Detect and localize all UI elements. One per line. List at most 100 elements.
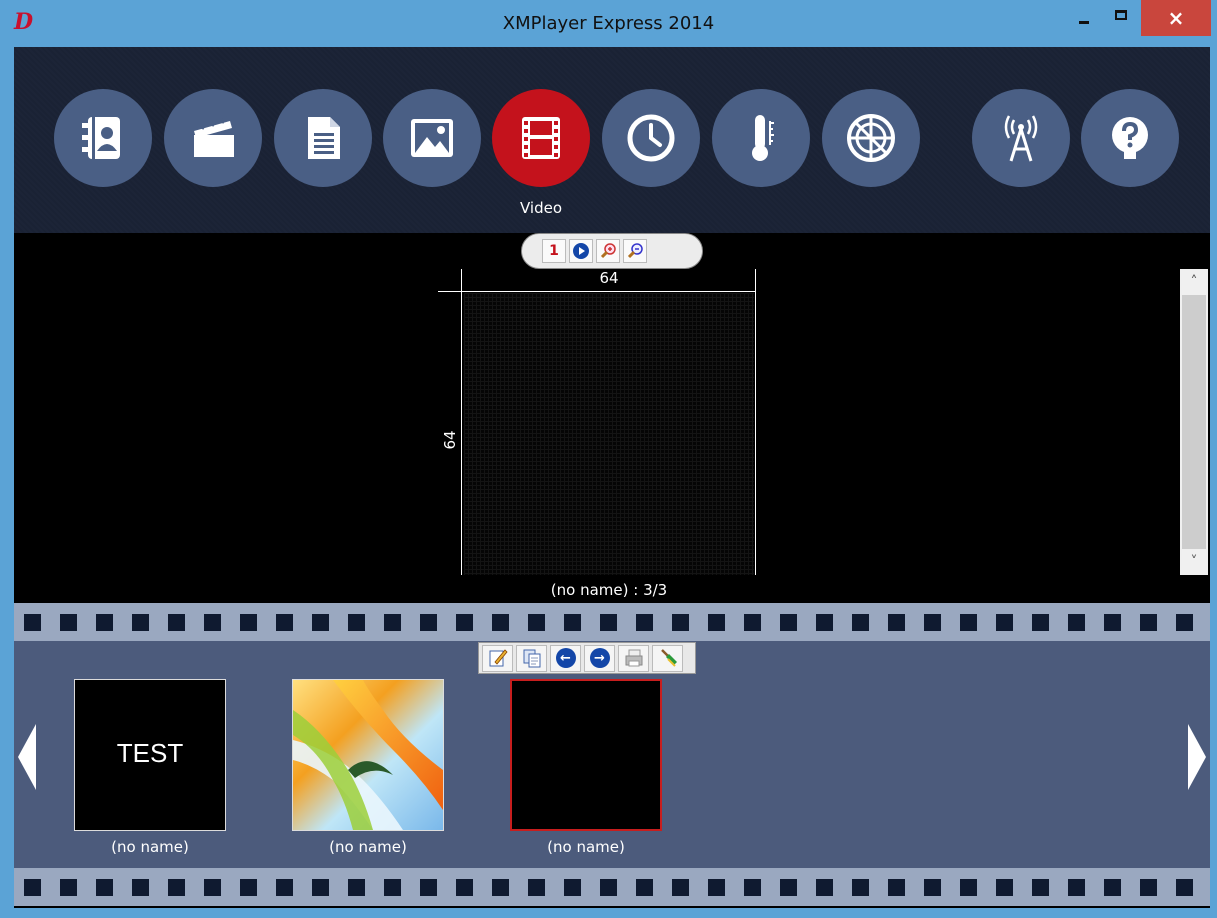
thumbnail-text: TEST <box>116 738 184 768</box>
sprocket-hole <box>528 613 545 631</box>
scroll-right-arrow[interactable] <box>1186 724 1208 790</box>
width-label: 64 <box>599 269 619 287</box>
scroll-down-button[interactable]: ˅ <box>1180 549 1208 575</box>
sprocket-hole <box>312 613 329 631</box>
sprocket-hole <box>96 613 113 631</box>
sprocket-hole <box>816 613 833 631</box>
nav-video-button[interactable] <box>492 89 590 187</box>
filmstrip-top <box>14 603 1210 641</box>
client-area: Video 1 64 64 (no name) : 3/3 ˄ ˅ ← → TE… <box>14 47 1210 908</box>
sprocket-hole <box>168 613 185 631</box>
sprocket-hole <box>132 878 149 896</box>
sprocket-hole <box>600 878 617 896</box>
sprocket-hole <box>636 878 653 896</box>
edit-icon <box>489 649 508 667</box>
left-dimension-line <box>461 269 462 575</box>
print-button[interactable] <box>618 644 649 672</box>
globe-grid-icon <box>847 114 895 162</box>
close-icon: × <box>1167 6 1185 30</box>
sprocket-hole <box>708 878 725 896</box>
clock-icon <box>627 114 675 162</box>
sprocket-hole <box>96 878 113 896</box>
nav-broadcast-button[interactable] <box>972 89 1070 187</box>
nav-image-button[interactable] <box>383 89 481 187</box>
sprocket-hole <box>348 613 365 631</box>
arrow-right-icon: → <box>589 648 610 668</box>
app-window: D XMPlayer Express 2014 × Video 1 64 64 … <box>0 0 1217 918</box>
nav-clapperboard-button[interactable] <box>164 89 262 187</box>
thumbnail-item-selected[interactable]: (no name) <box>510 679 662 856</box>
thumbnail-image[interactable] <box>510 679 662 831</box>
zoom-out-button[interactable] <box>623 239 647 263</box>
thumbnail-image[interactable]: TEST <box>74 679 226 831</box>
zoom-out-icon <box>627 243 643 259</box>
help-icon <box>1112 117 1148 159</box>
nav-contacts-button[interactable] <box>54 89 152 187</box>
sprocket-hole <box>276 613 293 631</box>
nav-globe-button[interactable] <box>822 89 920 187</box>
width-dimension-line <box>438 291 756 292</box>
main-nav: Video <box>14 47 1210 233</box>
scroll-left-arrow[interactable] <box>16 724 38 790</box>
sprocket-hole <box>240 878 257 896</box>
minimize-button[interactable] <box>1066 0 1102 36</box>
sprocket-hole <box>888 613 905 631</box>
clean-button[interactable] <box>652 644 683 672</box>
preview-caption: (no name) : 3/3 <box>550 581 668 599</box>
image-icon <box>411 119 453 157</box>
sprocket-hole <box>1140 613 1157 631</box>
sprocket-hole <box>816 878 833 896</box>
sprocket-hole <box>960 878 977 896</box>
sprocket-hole <box>924 613 941 631</box>
zoom-in-icon <box>600 243 616 259</box>
preview-canvas[interactable] <box>464 293 754 575</box>
nav-help-button[interactable] <box>1081 89 1179 187</box>
sprocket-hole <box>24 878 41 896</box>
film-icon <box>522 117 560 159</box>
zoom-in-button[interactable] <box>596 239 620 263</box>
thumbnail-item[interactable]: (no name) <box>292 679 444 856</box>
sprocket-hole <box>1104 613 1121 631</box>
sprocket-hole <box>672 613 689 631</box>
thumbnail-toolbar: ← → <box>478 642 696 674</box>
copy-button[interactable] <box>516 644 547 672</box>
nav-document-button[interactable] <box>274 89 372 187</box>
thumbnail-name: (no name) <box>111 838 189 856</box>
sprocket-hole <box>132 613 149 631</box>
sprocket-hole <box>1176 613 1193 631</box>
sprocket-hole <box>924 878 941 896</box>
arrow-left-icon: ← <box>555 648 576 668</box>
sprocket-hole <box>528 878 545 896</box>
nav-clock-button[interactable] <box>602 89 700 187</box>
next-button[interactable]: → <box>584 644 615 672</box>
close-button[interactable]: × <box>1141 0 1211 36</box>
sprocket-hole <box>744 613 761 631</box>
broom-icon <box>660 649 677 667</box>
sprocket-hole <box>312 878 329 896</box>
sprocket-hole <box>600 613 617 631</box>
thumbnail-name: (no name) <box>547 838 625 856</box>
play-icon <box>573 243 589 259</box>
previous-button[interactable]: ← <box>550 644 581 672</box>
nav-thermometer-button[interactable] <box>712 89 810 187</box>
edit-button[interactable] <box>482 644 513 672</box>
sprocket-hole <box>672 878 689 896</box>
sprocket-hole <box>708 613 725 631</box>
sprocket-hole <box>240 613 257 631</box>
play-button[interactable] <box>569 239 593 263</box>
sprocket-hole <box>60 613 77 631</box>
sprocket-hole <box>276 878 293 896</box>
right-dimension-line <box>755 269 756 575</box>
thumbnail-name: (no name) <box>329 838 407 856</box>
preview-scrollbar[interactable]: ˄ ˅ <box>1180 269 1208 575</box>
scroll-thumb[interactable] <box>1182 295 1206 549</box>
first-frame-button[interactable]: 1 <box>542 239 566 263</box>
thumbnail-item[interactable]: TEST (no name) <box>74 679 226 856</box>
maximize-icon <box>1115 10 1127 20</box>
sprocket-hole <box>960 613 977 631</box>
sprocket-hole <box>1176 878 1193 896</box>
sprocket-hole <box>564 878 581 896</box>
maximize-button[interactable] <box>1103 0 1139 36</box>
thumbnail-image[interactable] <box>292 679 444 831</box>
scroll-up-button[interactable]: ˄ <box>1180 269 1208 295</box>
